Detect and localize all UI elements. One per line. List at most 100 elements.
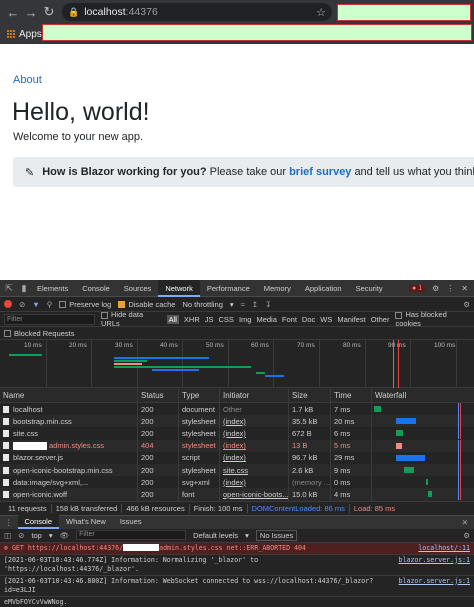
console-source-link[interactable]: blazor.server.js:1 — [393, 556, 470, 574]
no-issues-button[interactable]: No Issues — [255, 529, 298, 541]
throttling-select[interactable]: No throttling — [182, 300, 222, 309]
col-name[interactable]: Name — [0, 388, 138, 402]
file-icon — [3, 429, 9, 437]
reload-icon[interactable]: ↻ — [40, 3, 58, 21]
col-type[interactable]: Type — [179, 388, 220, 402]
console-tab-issues[interactable]: Issues — [113, 515, 149, 529]
cell-size: 35.5 kB — [289, 415, 331, 428]
console-source-link[interactable]: localhost/:11 — [412, 544, 470, 553]
waterfall-load-line — [460, 488, 461, 501]
tab-console[interactable]: Console — [75, 280, 117, 297]
waterfall-load-line — [460, 415, 461, 428]
table-row[interactable]: blazor.server.js 200 script (index) 96.7 kB 2… — [0, 451, 474, 464]
online-wifi-icon[interactable]: ≈ — [241, 300, 245, 309]
tab-sources[interactable]: Sources — [117, 280, 159, 297]
default-levels-select[interactable]: Default levels — [193, 531, 238, 540]
col-waterfall[interactable]: Waterfall — [372, 388, 474, 402]
hide-data-urls-checkbox[interactable]: Hide data URLs — [101, 310, 161, 328]
record-icon[interactable] — [4, 300, 12, 308]
table-row[interactable]: admin.styles.css 404 stylesheet (index) 13 B… — [0, 439, 474, 452]
filter-type-css[interactable]: CSS — [219, 315, 234, 324]
export-har-icon[interactable]: ↧ — [265, 300, 271, 309]
table-row[interactable]: open-iconic.woff 200 font open-iconic-boots… — [0, 488, 474, 501]
live-expression-eye-icon[interactable]: 👁 — [60, 531, 70, 540]
filter-type-media[interactable]: Media — [256, 315, 276, 324]
console-filter-input[interactable]: Filter — [76, 530, 187, 540]
forward-arrow-icon[interactable]: → — [22, 3, 40, 21]
import-har-icon[interactable]: ↥ — [252, 300, 258, 309]
clear-icon[interactable]: ⊘ — [19, 300, 25, 309]
clear-console-icon[interactable]: ⊘ — [18, 531, 24, 540]
page-content: About Hello, world! Welcome to your new … — [0, 44, 474, 280]
blocked-cookies-checkbox[interactable]: Has blocked cookies — [395, 310, 470, 328]
cell-initiator-text[interactable]: open-iconic-boots... — [223, 490, 288, 499]
filter-type-other[interactable]: Other — [371, 315, 390, 324]
apps-grid-icon[interactable] — [6, 30, 15, 39]
filter-type-js[interactable]: JS — [205, 315, 214, 324]
col-time[interactable]: Time — [331, 388, 372, 402]
col-size[interactable]: Size — [289, 388, 331, 402]
search-icon[interactable]: ⚲ — [47, 300, 53, 309]
preserve-log-checkbox[interactable]: Preserve log — [59, 300, 111, 309]
more-options-icon[interactable]: ⋮ — [446, 284, 454, 293]
filter-funnel-icon[interactable]: ▼ — [32, 300, 39, 309]
network-settings-gear-icon[interactable]: ⚙ — [463, 300, 470, 309]
table-row[interactable]: data:image/svg+xml,... 200 svg+xml (index) (… — [0, 476, 474, 489]
close-icon[interactable]: ✕ — [461, 284, 468, 293]
about-link[interactable]: About — [13, 74, 42, 86]
console-tab-what-s-new[interactable]: What's New — [59, 515, 113, 529]
cell-initiator-text[interactable]: (index) — [223, 417, 246, 426]
error-count-badge[interactable]: ● 1 — [409, 284, 426, 292]
bookmark-star-icon[interactable]: ☆ — [316, 6, 326, 19]
console-source-link[interactable]: blazor.server.js:1 — [393, 577, 470, 595]
filter-type-all[interactable]: All — [166, 314, 179, 324]
filter-type-ws[interactable]: WS — [320, 315, 332, 324]
console-settings-gear-icon[interactable]: ⚙ — [463, 531, 470, 540]
table-row[interactable]: localhost 200 document Other 1.7 kB 7 ms — [0, 403, 474, 416]
filter-type-xhr[interactable]: XHR — [184, 315, 200, 324]
device-toolbar-icon[interactable]: ▮ — [18, 280, 30, 297]
back-arrow-icon[interactable]: ← — [4, 3, 22, 21]
table-row[interactable]: open-iconic-bootstrap.min.css 200 styleshe… — [0, 463, 474, 477]
drawer-menu-icon[interactable]: ⋮ — [0, 518, 18, 527]
col-status[interactable]: Status — [138, 388, 179, 402]
cell-waterfall — [372, 463, 474, 476]
cell-waterfall — [372, 476, 474, 489]
cell-initiator-text[interactable]: site.css — [223, 466, 248, 475]
apps-label[interactable]: Apps — [19, 29, 42, 40]
cell-initiator-text[interactable]: (index) — [223, 453, 246, 462]
inspect-element-icon[interactable]: ⇱ — [3, 280, 15, 297]
table-row[interactable]: bootstrap.min.css 200 stylesheet (index) 35.… — [0, 415, 474, 428]
filter-type-manifest[interactable]: Manifest — [337, 315, 365, 324]
overview-request-bar — [9, 354, 42, 356]
address-bar[interactable]: 🔒 localhost:44376 ☆ — [62, 3, 332, 21]
filter-type-font[interactable]: Font — [282, 315, 297, 324]
drawer-close-icon[interactable]: ✕ — [462, 518, 474, 527]
tab-network[interactable]: Network — [158, 279, 200, 297]
chevron-down-icon: ▾ — [229, 299, 234, 309]
network-filter-input[interactable]: Filter — [4, 313, 96, 325]
tab-application[interactable]: Application — [298, 280, 349, 297]
console-drawer-tabs: ⋮ Console What's New Issues ✕ — [0, 514, 474, 529]
cell-initiator-text[interactable]: Other — [223, 405, 242, 414]
cell-initiator-text[interactable]: (index) — [223, 478, 246, 487]
cell-initiator-text[interactable]: (index) — [223, 429, 246, 438]
context-select[interactable]: top — [31, 531, 41, 540]
cell-initiator-text[interactable]: (index) — [223, 441, 246, 450]
survey-link[interactable]: brief survey — [289, 166, 351, 178]
tab-performance[interactable]: Performance — [200, 280, 257, 297]
table-row[interactable]: site.css 200 stylesheet (index) 672 B 6 ms — [0, 427, 474, 440]
filter-type-doc[interactable]: Doc — [302, 315, 315, 324]
cell-type-text: document — [182, 404, 215, 414]
settings-gear-icon[interactable]: ⚙ — [432, 284, 439, 293]
tab-memory[interactable]: Memory — [257, 280, 298, 297]
tab-elements[interactable]: Elements — [30, 280, 75, 297]
disable-cache-checkbox[interactable]: Disable cache — [118, 300, 175, 309]
tab-security[interactable]: Security — [349, 280, 390, 297]
sidebar-toggle-icon[interactable]: ◫ — [4, 531, 11, 540]
network-overview-timeline[interactable]: 10 ms 20 ms 30 ms 40 ms 50 ms 60 ms 70 ms 80 ms… — [0, 340, 474, 388]
blocked-requests-checkbox[interactable]: Blocked Requests — [4, 329, 74, 338]
filter-type-img[interactable]: Img — [239, 315, 252, 324]
col-initiator[interactable]: Initiator — [220, 388, 289, 402]
console-tab-console[interactable]: Console — [17, 515, 60, 529]
